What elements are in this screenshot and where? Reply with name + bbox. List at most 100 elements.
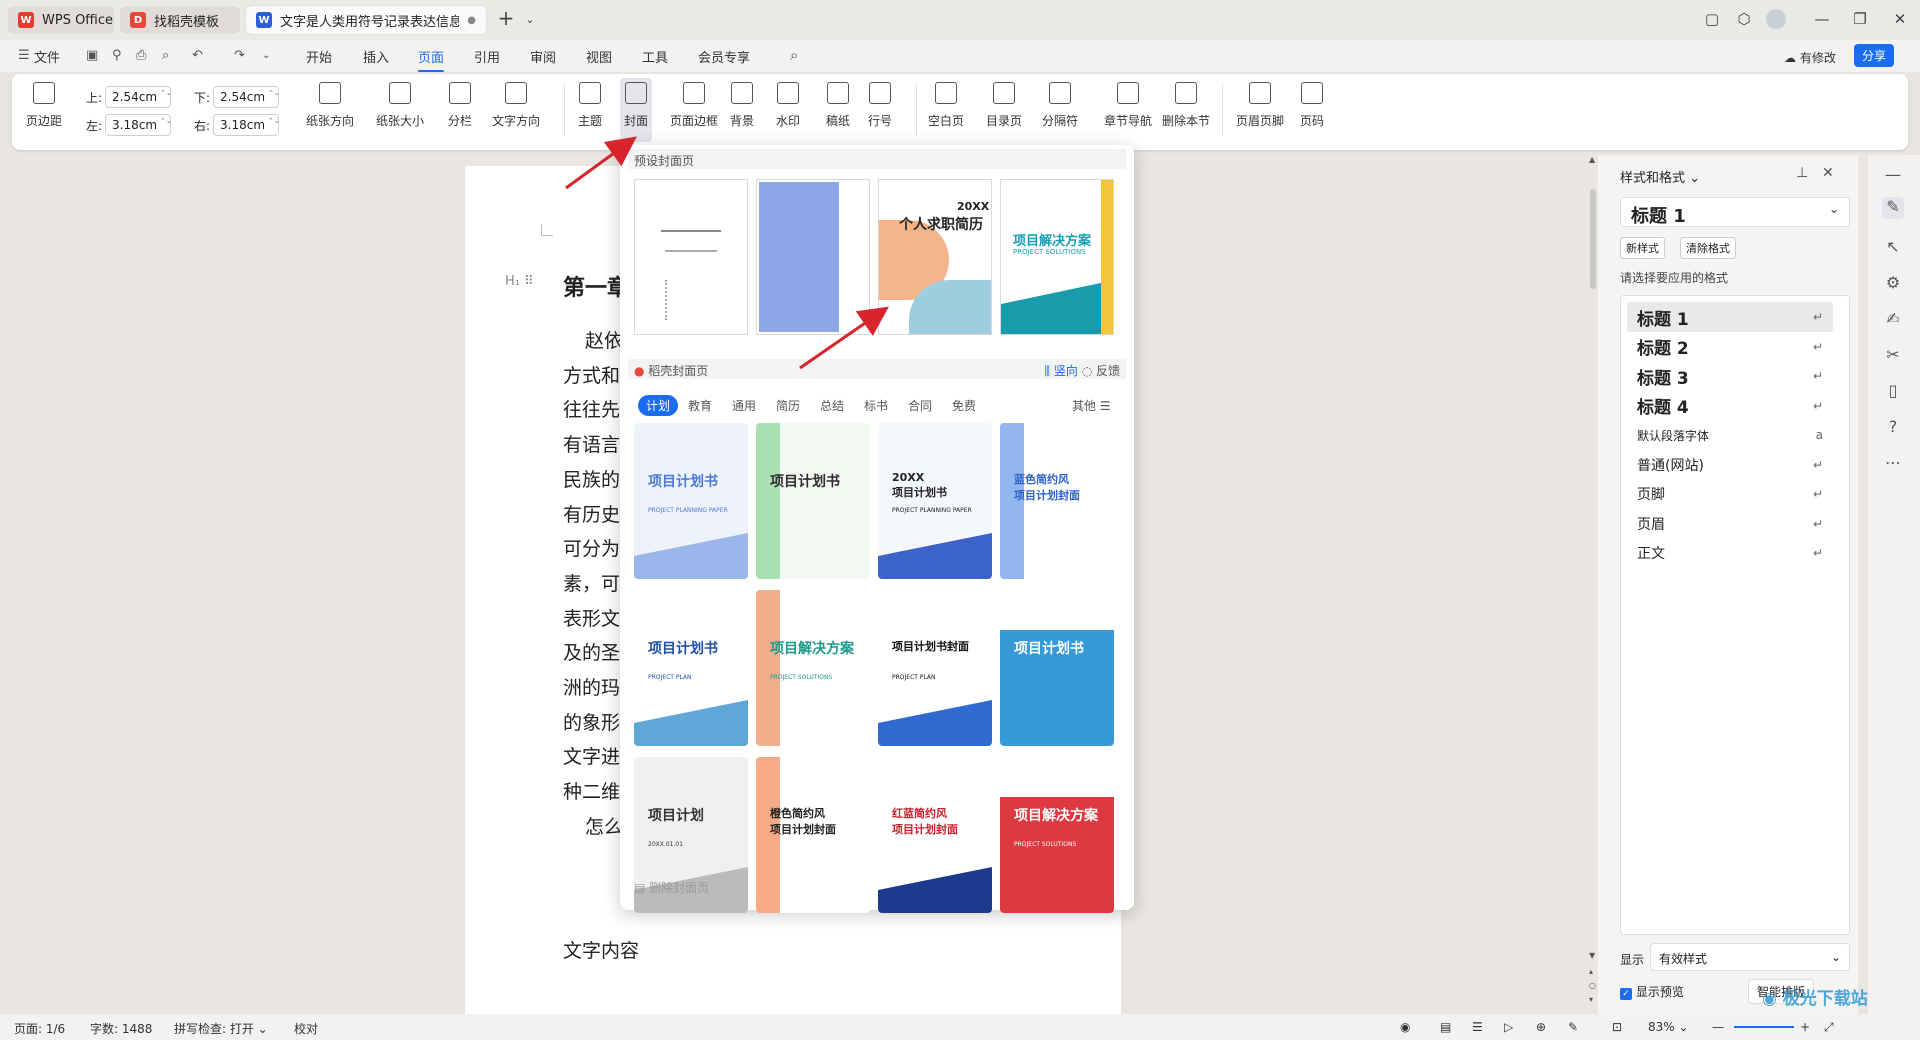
- tab-docer[interactable]: D 找稻壳模板: [120, 6, 240, 34]
- page-view-icon[interactable]: ▤: [1440, 1020, 1451, 1034]
- category-education[interactable]: 教育: [688, 397, 712, 414]
- link-icon[interactable]: ⚲: [112, 48, 122, 63]
- page-number-button[interactable]: 页码: [1300, 82, 1324, 129]
- menu-reference[interactable]: 引用: [474, 47, 500, 66]
- style-item[interactable]: 默认段落字体 a: [1627, 420, 1833, 450]
- cube-icon[interactable]: ⬡: [1734, 10, 1754, 28]
- scroll-down-icon[interactable]: ▼: [1589, 951, 1595, 960]
- margin-left-input[interactable]: 3.18 cm: [105, 114, 172, 136]
- margin-bottom-input[interactable]: 2.54 cm: [213, 86, 280, 108]
- delete-section-button[interactable]: 删除本节: [1162, 82, 1210, 129]
- zoom-slider[interactable]: [1734, 1026, 1794, 1028]
- layout-icon[interactable]: ▢: [1702, 10, 1722, 28]
- paper-size-button[interactable]: 纸张大小: [376, 82, 424, 129]
- template-card[interactable]: 20XX 项目计划书 PROJECT PLANNING PAPER: [878, 423, 992, 579]
- more-icon[interactable]: ⋯: [1882, 453, 1904, 475]
- hamburger-icon[interactable]: ☰: [18, 48, 30, 63]
- proofread[interactable]: 校对: [294, 1020, 318, 1037]
- page-border-button[interactable]: 页面边框: [670, 82, 718, 129]
- tools-icon[interactable]: ✂: [1882, 345, 1904, 367]
- show-preview-checkbox[interactable]: ✓ 显示预览: [1620, 983, 1684, 1000]
- close-window-icon[interactable]: ✕: [1890, 10, 1910, 28]
- margin-top-input[interactable]: 2.54 cm: [105, 86, 172, 108]
- heading-marker-icon[interactable]: H₁ ⠿: [505, 274, 534, 289]
- redo-icon[interactable]: ↷: [234, 48, 245, 63]
- word-count[interactable]: 字数: 1488: [90, 1020, 152, 1037]
- manuscript-button[interactable]: 稿纸: [826, 82, 850, 129]
- zoom-value[interactable]: 83% ⌄: [1648, 1020, 1689, 1034]
- template-card[interactable]: 红蓝简约风 项目计划封面: [878, 757, 992, 913]
- scroll-thumb[interactable]: [1590, 189, 1596, 289]
- margin-right-input[interactable]: 3.18 cm: [213, 114, 280, 136]
- category-resume[interactable]: 简历: [776, 397, 800, 414]
- search-icon[interactable]: ⌕: [790, 46, 798, 64]
- undo-icon[interactable]: ↶: [192, 48, 203, 63]
- style-item[interactable]: 标题 2 ↵: [1627, 332, 1833, 362]
- spell-check[interactable]: 拼写检查: 打开 ⌄: [174, 1020, 268, 1037]
- unsaved-dot-icon[interactable]: ●: [467, 15, 476, 26]
- scroll-up-icon[interactable]: ▲: [1589, 155, 1595, 164]
- adjust-icon[interactable]: ⚙: [1882, 273, 1904, 295]
- new-tab-icon[interactable]: +: [496, 6, 516, 30]
- template-card[interactable]: 项目解决方案 PROJECT SOLUTIONS: [756, 590, 870, 746]
- columns-button[interactable]: 分栏: [448, 82, 472, 129]
- category-plan[interactable]: 计划: [638, 395, 679, 416]
- template-card[interactable]: 项目计划书: [1000, 590, 1114, 746]
- category-more[interactable]: 其他 ☰: [1072, 397, 1111, 414]
- template-card[interactable]: 项目计划书 PROJECT PLANNING PAPER: [634, 423, 748, 579]
- zoom-out-icon[interactable]: —: [1712, 1020, 1724, 1034]
- template-card[interactable]: 项目计划书: [756, 423, 870, 579]
- clear-format-button[interactable]: 清除格式: [1680, 237, 1736, 259]
- toc-page-button[interactable]: 目录页: [986, 82, 1022, 129]
- template-card[interactable]: 橙色简约风 项目计划封面: [756, 757, 870, 913]
- style-item[interactable]: 页眉 ↵: [1627, 509, 1833, 539]
- theme-button[interactable]: 主题: [578, 82, 602, 129]
- new-style-button[interactable]: 新样式: [1620, 237, 1665, 259]
- category-contract[interactable]: 合同: [908, 397, 932, 414]
- share-button[interactable]: 分享: [1854, 44, 1895, 67]
- show-style-select[interactable]: 有效样式 ⌄: [1650, 943, 1850, 971]
- style-pen-icon[interactable]: ✎: [1882, 197, 1904, 219]
- menu-member[interactable]: 会员专享: [698, 47, 750, 66]
- menu-page[interactable]: 页面: [418, 47, 445, 72]
- orientation-toggle[interactable]: ⫼ 竖向: [1045, 364, 1078, 378]
- template-card[interactable]: 蓝色简约风 项目计划封面: [1000, 423, 1114, 579]
- style-item[interactable]: 页脚 ↵: [1627, 479, 1833, 509]
- has-changes-label[interactable]: ☁ 有修改: [1784, 49, 1836, 66]
- prev-page-icon[interactable]: ▴: [1589, 967, 1593, 976]
- cover-button[interactable]: 封面: [620, 78, 653, 142]
- print-icon[interactable]: ⎙: [136, 48, 146, 63]
- eye-icon[interactable]: ◉: [1400, 1020, 1410, 1034]
- preset-cover-resume[interactable]: 20XX 个人求职简历: [878, 179, 992, 335]
- menu-review[interactable]: 审阅: [530, 47, 556, 66]
- tab-list-chevron-icon[interactable]: ⌄: [520, 13, 540, 26]
- style-item[interactable]: 标题 1 ↵: [1627, 302, 1833, 332]
- quick-access-chevron-icon[interactable]: ⌄: [262, 50, 270, 61]
- separator-button[interactable]: 分隔符: [1042, 82, 1078, 129]
- preset-cover-blue[interactable]: [756, 179, 870, 335]
- blank-page-button[interactable]: 空白页: [928, 82, 964, 129]
- close-panel-icon[interactable]: ✕: [1822, 165, 1834, 181]
- save-icon[interactable]: ▣: [86, 48, 98, 63]
- collapse-icon[interactable]: —: [1882, 165, 1904, 187]
- fullscreen-icon[interactable]: ⤢: [1824, 1020, 1834, 1035]
- book-icon[interactable]: ▯: [1882, 381, 1904, 403]
- header-footer-button[interactable]: 页眉页脚: [1236, 82, 1284, 129]
- paper-orientation-button[interactable]: 纸张方向: [306, 82, 354, 129]
- category-free[interactable]: 免费: [952, 397, 976, 414]
- menu-start[interactable]: 开始: [306, 47, 332, 66]
- edit-doc-icon[interactable]: ✍: [1882, 309, 1904, 331]
- fit-icon[interactable]: ⊡: [1612, 1020, 1622, 1034]
- select-browse-icon[interactable]: ○: [1589, 981, 1596, 990]
- play-icon[interactable]: ▷: [1504, 1020, 1513, 1034]
- restore-icon[interactable]: ❐: [1850, 10, 1870, 28]
- style-item[interactable]: 标题 3 ↵: [1627, 361, 1833, 391]
- style-panel-title[interactable]: 样式和格式 ⌄: [1620, 167, 1700, 186]
- template-card[interactable]: 项目计划书封面 PROJECT PLAN: [878, 590, 992, 746]
- background-button[interactable]: 背景: [730, 82, 754, 129]
- web-view-icon[interactable]: ⊕: [1536, 1020, 1546, 1034]
- avatar[interactable]: [1766, 9, 1786, 29]
- menu-insert[interactable]: 插入: [363, 47, 389, 66]
- menu-tools[interactable]: 工具: [642, 47, 668, 66]
- category-tender[interactable]: 标书: [864, 397, 888, 414]
